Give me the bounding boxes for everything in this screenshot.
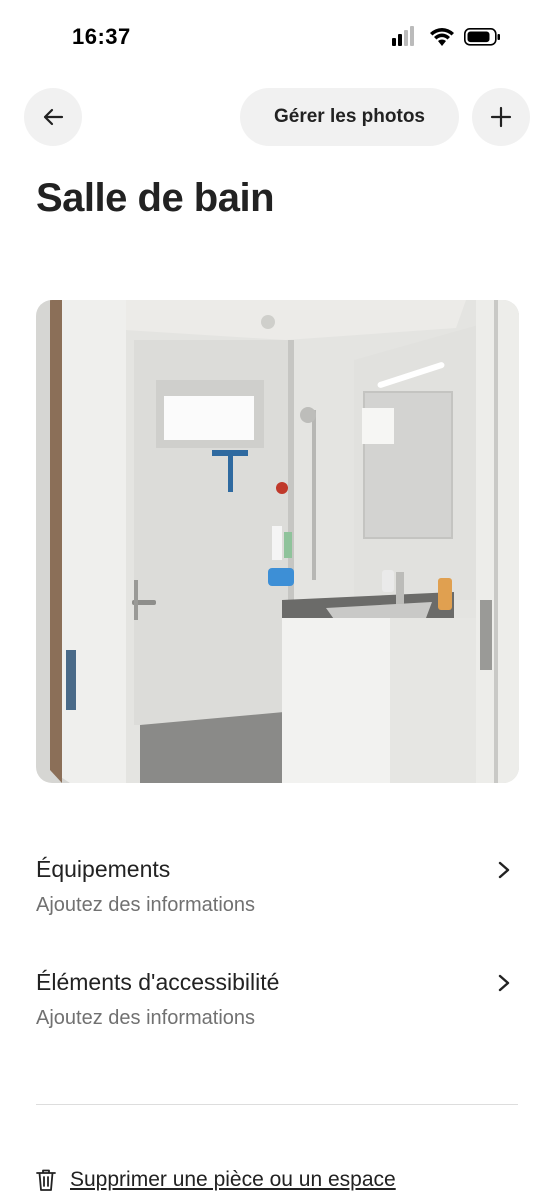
add-button[interactable] — [472, 88, 530, 146]
wifi-icon — [430, 28, 454, 46]
amenities-subtitle: Ajoutez des informations — [36, 894, 256, 916]
manage-photos-button[interactable]: Gérer les photos — [240, 88, 459, 146]
delete-room-label: Supprimer une pièce ou un espace — [70, 1168, 396, 1191]
accessibility-title: Éléments d'accessibilité — [36, 969, 280, 995]
bathroom-photo[interactable] — [36, 300, 519, 783]
chevron-right-icon — [498, 974, 510, 992]
trash-icon — [36, 1169, 56, 1191]
bathroom-illustration — [36, 300, 519, 783]
status-icons — [392, 26, 500, 46]
divider — [36, 1104, 518, 1105]
amenities-row[interactable]: Équipements Ajoutez des informations — [36, 856, 518, 946]
chevron-right-icon — [498, 861, 510, 879]
arrow-left-icon — [43, 108, 64, 126]
plus-icon — [490, 106, 512, 128]
status-time: 16:37 — [72, 24, 131, 49]
signal-icon — [392, 26, 414, 46]
accessibility-row[interactable]: Éléments d'accessibilité Ajoutez des inf… — [36, 969, 518, 1059]
amenities-title: Équipements — [36, 856, 171, 882]
accessibility-subtitle: Ajoutez des informations — [36, 1007, 256, 1029]
back-button[interactable] — [24, 88, 82, 146]
page-title: Salle de bain — [36, 176, 275, 220]
delete-room-button[interactable]: Supprimer une pièce ou un espace — [36, 1164, 396, 1196]
battery-icon — [464, 28, 500, 46]
